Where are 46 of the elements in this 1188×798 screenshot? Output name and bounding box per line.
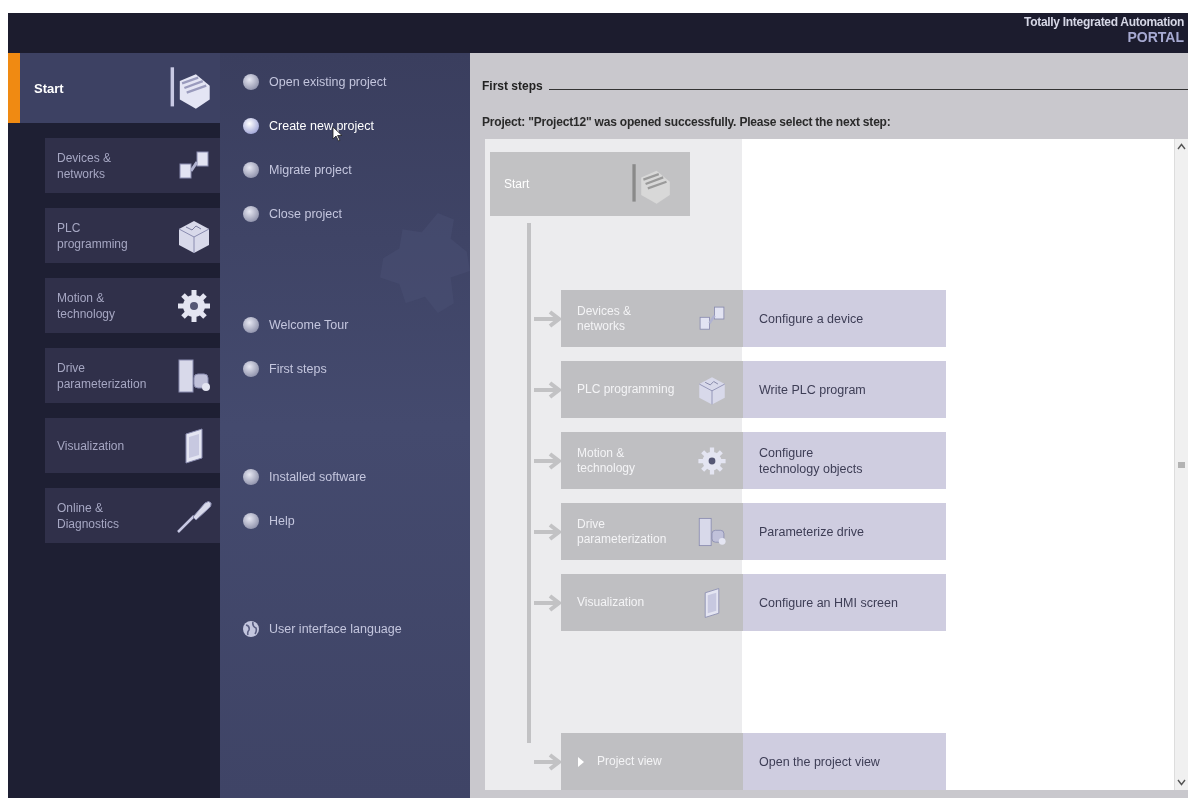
arrow-icon	[534, 309, 562, 328]
portal-tab[interactable]: PLC programming	[45, 208, 220, 263]
scroll-up-icon	[1177, 143, 1186, 150]
action-link[interactable]: Installed software	[242, 463, 367, 491]
action-link[interactable]: Open existing project	[242, 68, 387, 96]
action-link[interactable]: First steps	[242, 355, 327, 383]
step-action[interactable]: Configure technology objects	[743, 432, 946, 489]
step-action[interactable]: Open the project view	[743, 733, 946, 790]
bullet-icon	[242, 205, 260, 223]
product-subtitle: PORTAL	[1127, 29, 1184, 45]
globe-icon	[242, 620, 260, 638]
arrow-icon	[534, 451, 562, 470]
bullet-icon	[242, 468, 260, 486]
status-message: Project: "Project12" was opened successfully. Please select the next step:	[482, 115, 892, 129]
arrow-icon	[534, 752, 562, 771]
action-link[interactable]: User interface language	[242, 615, 402, 643]
step-action[interactable]: Configure an HMI screen	[743, 574, 946, 631]
action-link[interactable]: Welcome Tour	[242, 311, 349, 339]
bullet-icon	[242, 360, 260, 378]
triangle-icon	[577, 755, 585, 768]
action-link[interactable]: Help	[242, 507, 295, 535]
action-link[interactable]: Migrate project	[242, 156, 352, 184]
bullet-icon	[242, 512, 260, 530]
step-action[interactable]: Write PLC program	[743, 361, 946, 418]
step-action[interactable]: Parameterize drive	[743, 503, 946, 560]
portal-tab[interactable]: Devices & networks	[45, 138, 220, 193]
bullet-icon	[242, 73, 260, 91]
bullet-icon	[242, 161, 260, 179]
action-link[interactable]: Close project	[242, 200, 342, 228]
section-title: First steps	[482, 79, 543, 93]
step-action[interactable]: Configure a device	[743, 290, 946, 347]
action-link[interactable]: Create new project	[242, 112, 374, 140]
product-title: Totally Integrated Automation	[1024, 15, 1184, 29]
scroll-down-icon	[1177, 779, 1186, 786]
portal-tab[interactable]: Visualization	[45, 418, 220, 473]
scrollbar[interactable]	[1174, 139, 1188, 790]
arrow-icon	[534, 380, 562, 399]
portal-tab[interactable]: Online & Diagnostics	[45, 488, 220, 543]
arrow-icon	[534, 593, 562, 612]
portal-tab[interactable]: Drive parameterization	[45, 348, 220, 403]
bullet-icon	[242, 117, 260, 135]
grip-icon	[1178, 461, 1185, 468]
portal-tab[interactable]: Start	[8, 53, 220, 123]
arrow-icon	[534, 522, 562, 541]
bullet-icon	[242, 316, 260, 334]
portal-tab[interactable]: Motion & technology	[45, 278, 220, 333]
